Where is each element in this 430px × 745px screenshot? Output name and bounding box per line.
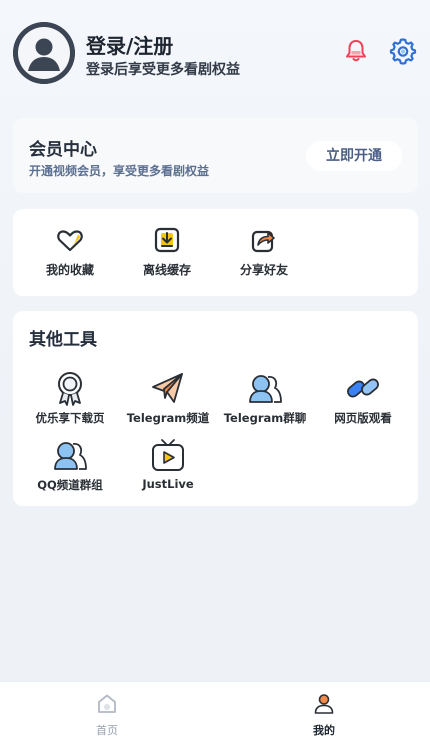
tools-title: 其他工具 (29, 330, 97, 350)
home-icon (98, 694, 116, 713)
tool-item-download-page[interactable]: 优乐享下载页 (21, 370, 119, 426)
share-button[interactable]: 分享好友 (227, 225, 301, 278)
vip-description: 开通视频会员，享受更多看剧权益 (29, 164, 210, 178)
download-icon (154, 227, 180, 253)
paper-plane-icon (152, 373, 183, 403)
tool-item-web-version[interactable]: 网页版观看 (314, 370, 412, 426)
tool-label-qq-channel: QQ频道群组 (37, 478, 103, 492)
tool-item-qq-channel[interactable]: QQ频道群组 (21, 437, 119, 493)
vip-title: 会员中心 (29, 140, 97, 160)
tab-mine-label: 我的 (313, 724, 335, 737)
share-icon (251, 230, 275, 253)
user-icon (314, 694, 334, 714)
vip-center-card[interactable]: 会员中心 开通视频会员，享受更多看剧权益 立即开通 (13, 118, 418, 193)
tab-home[interactable]: 首页 (67, 692, 147, 738)
share-label: 分享好友 (239, 263, 288, 277)
favorites-label: 我的收藏 (45, 263, 94, 277)
tab-home-label: 首页 (96, 724, 118, 737)
heart-icon (57, 230, 83, 252)
tool-label-download-page: 优乐享下载页 (35, 411, 105, 425)
tool-label-telegram-channel: Telegram频道 (126, 411, 210, 425)
profile-header: 登录/注册 登录后享受更多看剧权益 (0, 0, 430, 110)
user-avatar-icon (13, 22, 75, 84)
tool-item-telegram-channel[interactable]: Telegram频道 (119, 370, 217, 426)
tool-item-justlive[interactable]: JustLive (119, 437, 217, 491)
group-icon (249, 375, 282, 403)
tab-mine[interactable]: 我的 (284, 692, 364, 738)
login-subtitle: 登录后享受更多看剧权益 (86, 62, 240, 78)
favorites-button[interactable]: 我的收藏 (33, 225, 107, 278)
tool-label-justlive: JustLive (142, 477, 194, 491)
quick-actions-card: 我的收藏 离线缓存 分享好友 (13, 209, 418, 296)
vip-open-button[interactable]: 立即开通 (306, 141, 402, 171)
offline-cache-label: 离线缓存 (142, 263, 191, 277)
badge-icon (58, 372, 82, 406)
login-register-link[interactable]: 登录/注册 (86, 30, 173, 59)
group-icon (54, 442, 87, 470)
other-tools-card: 其他工具 优乐享下载页 Telegram频道 Telegram群聊 网页版观看 (13, 311, 418, 506)
avatar[interactable] (13, 22, 75, 84)
tool-label-telegram-group: Telegram群聊 (223, 411, 307, 425)
bottom-tab-bar: 首页 我的 (0, 681, 430, 745)
tool-label-web-version: 网页版观看 (334, 411, 392, 425)
tv-icon (152, 439, 184, 471)
gear-icon[interactable] (389, 37, 417, 65)
offline-cache-button[interactable]: 离线缓存 (130, 225, 204, 278)
tool-item-telegram-group[interactable]: Telegram群聊 (216, 370, 314, 426)
link-icon (347, 378, 379, 398)
bell-icon[interactable] (343, 38, 369, 64)
